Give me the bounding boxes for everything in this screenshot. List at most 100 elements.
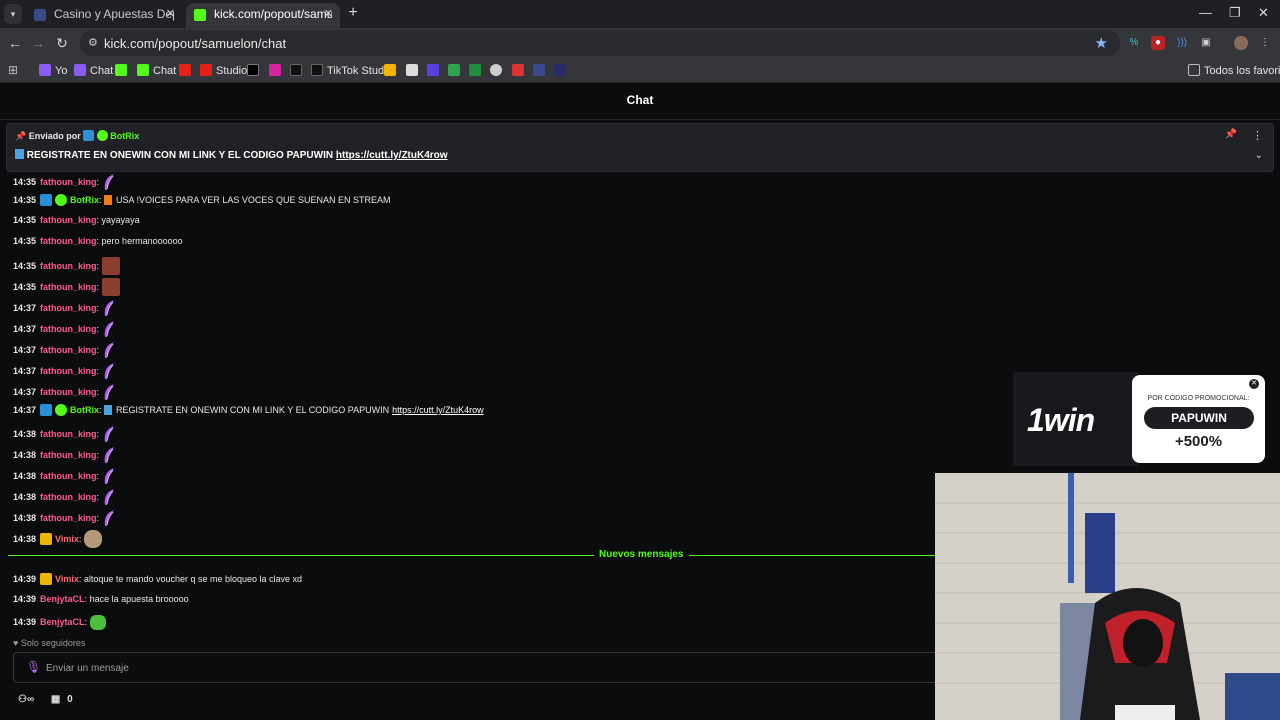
mic-icon[interactable]: 🎙 — [26, 660, 41, 674]
site-info-icon[interactable]: ⚙ — [88, 36, 100, 49]
close-icon[interactable]: ✕ — [1249, 379, 1259, 389]
bookmark-ext-5[interactable] — [490, 64, 506, 78]
bookmark-yo[interactable]: Yo — [39, 64, 67, 78]
bookmark-ext-2[interactable] — [427, 64, 443, 78]
bookmark-star-icon[interactable]: ★ — [1095, 34, 1108, 52]
new-tab-icon[interactable]: + — [346, 3, 360, 23]
bookmark-ext-3[interactable] — [448, 64, 464, 78]
browser-menu-icon[interactable]: ⋮ — [1258, 36, 1272, 50]
extension-translate-icon[interactable]: % — [1127, 36, 1141, 50]
message-username[interactable]: fathoun_king — [40, 366, 97, 376]
close-window-icon[interactable]: ✕ — [1258, 5, 1269, 21]
message-username[interactable]: fathoun_king — [40, 236, 97, 246]
pin-icon[interactable]: 📌 — [1225, 129, 1237, 140]
bookmark-youtube[interactable] — [179, 64, 195, 78]
message-username[interactable]: BotRix — [70, 195, 99, 205]
bookmark-drive[interactable] — [384, 64, 400, 78]
bookmark-label: Chat — [90, 65, 114, 77]
message-username[interactable]: fathoun_king — [40, 282, 97, 292]
message-username[interactable]: fathoun_king — [40, 324, 97, 334]
message-username[interactable]: fathoun_king — [40, 429, 97, 439]
bookmark-ext-4[interactable] — [469, 64, 485, 78]
message-username[interactable]: fathoun_king — [40, 387, 97, 397]
bookmark-ext-1[interactable] — [406, 64, 422, 78]
message-username[interactable]: fathoun_king — [40, 215, 97, 225]
all-bookmarks[interactable]: Todos los favoritos — [1188, 64, 1280, 78]
message-username[interactable]: fathoun_king — [40, 492, 97, 502]
browser-tab-bar: ▾ Casino y Apuestas Deportivas C ✕ kick.… — [0, 0, 1280, 28]
message-text: altoque te mando voucher q se me bloqueo… — [83, 574, 303, 584]
chat-message-row: 14:38 fathoun_king: — [13, 425, 116, 446]
url-text[interactable]: kick.com/popout/samuelon/chat — [104, 36, 286, 51]
profile-avatar[interactable] — [1234, 36, 1248, 50]
points-icon[interactable]: ⚇∞ — [18, 694, 34, 705]
bookmark-instagram[interactable] — [269, 64, 285, 78]
message-username[interactable]: fathoun_king — [40, 345, 97, 355]
tab-title: kick.com/popout/samuelon/ch — [214, 7, 332, 21]
bookmark-studio[interactable]: Studio — [200, 64, 247, 78]
restore-icon[interactable]: ❐ — [1229, 5, 1241, 21]
casino-favicon-icon — [34, 9, 46, 21]
message-username[interactable]: Vimix — [55, 574, 79, 584]
pinned-bot-name[interactable]: BotRix — [110, 131, 139, 141]
message-username[interactable]: BotRix — [70, 405, 99, 415]
message-text: REGISTRATE EN ONEWIN CON MI LINK Y EL CO… — [116, 405, 390, 415]
message-link[interactable]: https://cutt.ly/ZtuK4row — [392, 405, 484, 415]
bookmark-tiktok-studio[interactable]: TikTok Studio — [311, 64, 393, 78]
message-username[interactable]: fathoun_king — [40, 261, 97, 271]
message-username[interactable]: BenjytaCL — [40, 594, 85, 604]
message-text: yayayaya — [101, 215, 140, 225]
apps-grid-icon[interactable]: ⊞ — [8, 64, 18, 78]
folder-icon — [1188, 64, 1200, 76]
bookmark-ext-6[interactable] — [512, 64, 528, 78]
message-username[interactable]: fathoun_king — [40, 177, 97, 187]
bookmark-ext-8[interactable] — [554, 64, 570, 78]
message-username[interactable]: fathoun_king — [40, 471, 97, 481]
message-time: 14:37 — [13, 366, 37, 376]
bookmark-chat-kick[interactable]: Chat — [137, 64, 176, 78]
promo-card: ✕ POR CÓDIGO PROMOCIONAL: PAPUWIN +500% — [1132, 375, 1265, 463]
message-username[interactable]: Vimix — [55, 534, 79, 544]
chat-message-row: 14:35 BotRix: USA !VOICES PARA VER LAS VO… — [13, 194, 390, 215]
chat-message-row: 14:39 Vimix: altoque te mando voucher q s… — [13, 573, 302, 594]
close-tab-icon[interactable]: ✕ — [324, 3, 333, 26]
close-tab-icon[interactable]: ✕ — [166, 3, 175, 26]
chat-message-row: 14:38 fathoun_king: — [13, 467, 116, 488]
extension-audio-icon[interactable]: ))) — [1175, 36, 1189, 50]
feather-emote-icon — [102, 425, 116, 443]
message-username[interactable]: BenjytaCL — [40, 617, 85, 627]
pinned-link[interactable]: https://cutt.ly/ZtuK4row — [336, 150, 448, 161]
chevron-down-icon[interactable]: ⌄ — [1255, 150, 1263, 161]
tab-search-icon[interactable]: ▾ — [4, 4, 22, 24]
bookmark-kick[interactable] — [115, 64, 131, 78]
message-username[interactable]: fathoun_king — [40, 450, 97, 460]
tab-kick-chat[interactable]: kick.com/popout/samuelon/ch ✕ — [186, 3, 340, 28]
bookmark-x[interactable] — [247, 64, 263, 78]
tiktok-icon — [290, 64, 302, 76]
heart-icon: ♥ — [13, 638, 19, 648]
reload-icon[interactable]: ↻ — [53, 35, 71, 52]
bookmark-label: Studio — [216, 65, 248, 77]
chat-message-row: 14:38 fathoun_king: — [13, 488, 116, 509]
message-username[interactable]: fathoun_king — [40, 513, 97, 523]
crown-badge-icon — [40, 573, 53, 585]
tab-casino[interactable]: Casino y Apuestas Deportivas C ✕ — [26, 3, 182, 28]
extension-red-icon[interactable]: ● — [1151, 36, 1165, 50]
message-time: 14:38 — [13, 492, 37, 502]
back-icon[interactable]: ← — [6, 35, 24, 51]
app-icon — [490, 64, 502, 76]
bookmark-ext-7[interactable] — [533, 64, 549, 78]
extensions-puzzle-icon[interactable]: ▣ — [1199, 36, 1213, 50]
bookmark-chat-twitch[interactable]: Chat — [74, 64, 113, 78]
tab-title: Casino y Apuestas Deportivas C — [54, 7, 174, 21]
message-input[interactable] — [46, 659, 926, 677]
pinned-message[interactable]: 📌 Enviado por BotRix REGISTRATE EN ONEWI… — [6, 123, 1274, 172]
address-bar[interactable]: ⚙ kick.com/popout/samuelon/chat ★ — [80, 30, 1120, 56]
bookmark-tiktok[interactable] — [290, 64, 306, 78]
minimize-icon[interactable]: — — [1199, 5, 1212, 20]
message-username[interactable]: fathoun_king — [40, 303, 97, 313]
message-time: 14:35 — [13, 215, 37, 225]
gift-icon[interactable]: ▦ — [51, 694, 60, 705]
forward-icon[interactable]: → — [29, 35, 47, 51]
more-options-icon[interactable]: ⋮ — [1252, 129, 1263, 142]
